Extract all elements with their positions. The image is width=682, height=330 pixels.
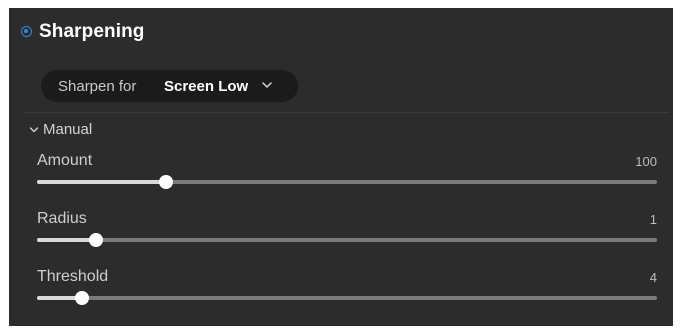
radius-slider-row: Radius 1 <box>37 210 657 260</box>
amount-slider-thumb[interactable] <box>158 175 173 189</box>
sharpening-panel: Sharpening Sharpen for Screen Low Manual… <box>9 8 673 326</box>
chevron-down-icon <box>29 127 39 133</box>
radius-label: Radius <box>37 210 87 227</box>
amount-label: Amount <box>37 152 93 169</box>
amount-value[interactable]: 100 <box>635 154 657 169</box>
threshold-value[interactable]: 4 <box>650 270 657 285</box>
radius-slider-track[interactable] <box>37 233 657 247</box>
radius-value[interactable]: 1 <box>650 212 657 227</box>
radius-slider-fill <box>37 238 96 242</box>
threshold-slider-row: Threshold 4 <box>37 268 657 318</box>
sharpen-for-label: Sharpen for <box>58 78 137 95</box>
amount-slider-fill <box>37 180 166 184</box>
threshold-slider-track[interactable] <box>37 291 657 305</box>
threshold-slider-thumb[interactable] <box>75 291 90 305</box>
radio-dot <box>24 29 28 33</box>
panel-title: Sharpening <box>39 21 145 42</box>
chevron-down-icon <box>262 82 272 88</box>
sharpen-for-value: Screen Low <box>164 78 249 95</box>
panel-header: Sharpening <box>9 8 673 58</box>
enable-radio-icon[interactable] <box>21 26 32 37</box>
radius-slider-thumb[interactable] <box>88 233 103 247</box>
amount-slider-row: Amount 100 <box>37 152 657 202</box>
divider <box>25 112 669 113</box>
manual-section-label: Manual <box>43 121 93 138</box>
threshold-label: Threshold <box>37 268 109 285</box>
amount-slider-track[interactable] <box>37 175 657 189</box>
sharpen-for-dropdown[interactable]: Sharpen for Screen Low <box>41 70 298 102</box>
